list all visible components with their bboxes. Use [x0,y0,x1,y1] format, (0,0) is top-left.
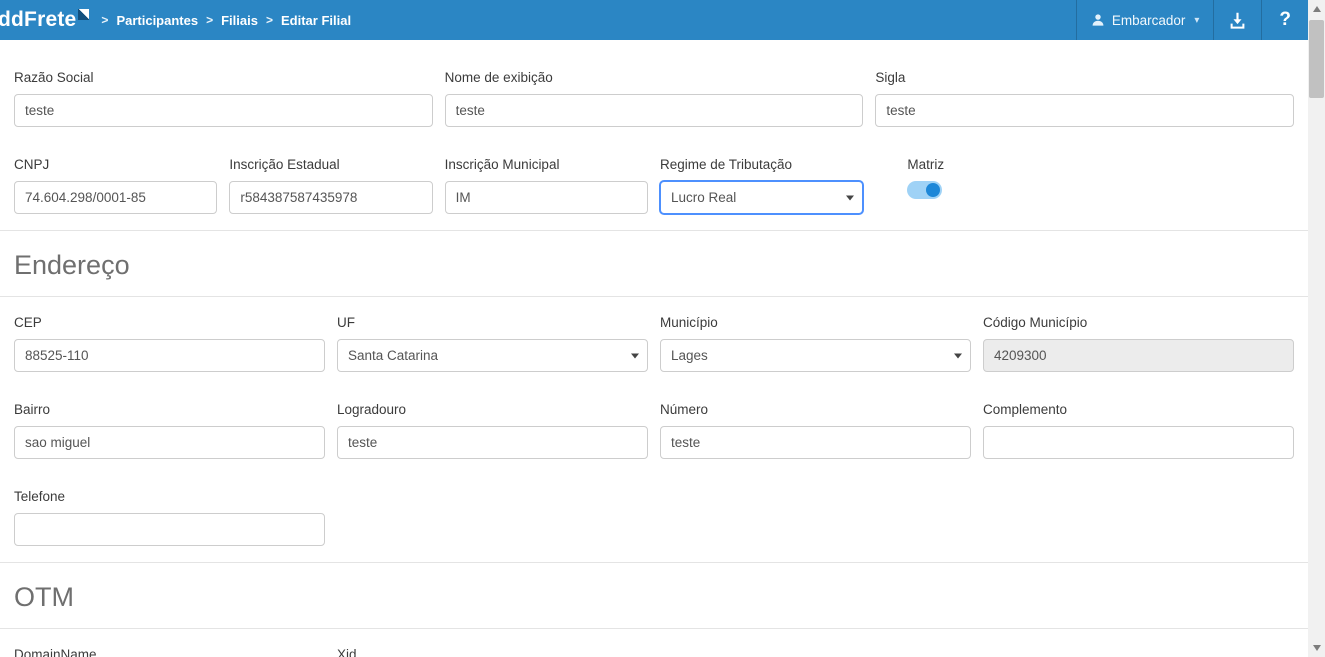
domainname-label: DomainName [14,647,325,657]
breadcrumb: > Participantes > Filiais > Editar Filia… [101,13,351,28]
scroll-down-icon[interactable] [1313,645,1321,651]
inscricao-estadual-field: Inscrição Estadual [229,127,432,214]
regime-tributacao-label: Regime de Tributação [660,157,863,173]
sigla-input[interactable] [875,94,1294,127]
uf-field: UF Santa Catarina [337,297,648,372]
xid-label: Xid [337,647,648,657]
municipio-field: Município Lages [660,297,971,372]
help-question-icon: ? [1279,9,1291,31]
vertical-scrollbar[interactable] [1308,0,1325,657]
otm-section-title: OTM [14,563,1294,628]
breadcrumb-participantes[interactable]: Participantes [116,13,198,28]
logo-flag-icon [78,9,89,20]
nome-exibicao-input[interactable] [445,94,864,127]
app-logo[interactable]: ddFrete [0,8,89,32]
cep-field: CEP [14,297,325,372]
bairro-input[interactable] [14,426,325,459]
cnpj-field: CNPJ [14,127,217,214]
complemento-label: Complemento [983,402,1294,418]
cep-input[interactable] [14,339,325,372]
user-icon [1091,13,1105,27]
toggle-knob [926,183,940,197]
bairro-label: Bairro [14,402,325,418]
regime-tributacao-select[interactable]: Lucro Real [660,181,863,214]
regime-tributacao-field: Regime de Tributação Lucro Real [660,127,863,214]
nome-exibicao-label: Nome de exibição [445,70,864,86]
sigla-label: Sigla [875,70,1294,86]
form-row: DomainName Xid [14,629,1294,657]
xid-field: Xid [337,629,648,657]
razao-social-field: Razão Social [14,40,433,127]
logradouro-label: Logradouro [337,402,648,418]
inscricao-estadual-label: Inscrição Estadual [229,157,432,173]
codigo-municipio-field: Código Município [983,297,1294,372]
inscricao-municipal-label: Inscrição Municipal [445,157,648,173]
cnpj-input[interactable] [14,181,217,214]
download-icon [1228,11,1247,30]
telefone-field: Telefone [14,459,325,546]
matriz-label: Matriz [907,157,1078,173]
complemento-field: Complemento [983,372,1294,459]
inscricao-municipal-field: Inscrição Municipal [445,127,648,214]
form-row: Bairro Logradouro Número Complemento [14,372,1294,459]
numero-label: Número [660,402,971,418]
inscricao-municipal-input[interactable] [445,181,648,214]
topbar: ddFrete > Participantes > Filiais > Edit… [0,0,1308,40]
domainname-field: DomainName [14,629,325,657]
logradouro-field: Logradouro [337,372,648,459]
inscricao-estadual-input[interactable] [229,181,432,214]
form-row: CNPJ Inscrição Estadual Inscrição Munici… [14,127,1294,214]
breadcrumb-editar-filial: Editar Filial [281,13,351,28]
logradouro-input[interactable] [337,426,648,459]
razao-social-input[interactable] [14,94,433,127]
nome-exibicao-field: Nome de exibição [445,40,864,127]
scrollbar-thumb[interactable] [1309,20,1324,98]
numero-input[interactable] [660,426,971,459]
user-menu-label: Embarcador [1112,13,1186,28]
bairro-field: Bairro [14,372,325,459]
form-row: Razão Social Nome de exibição Sigla [14,40,1294,127]
codigo-municipio-input [983,339,1294,372]
download-button[interactable] [1213,0,1261,40]
chevron-right-icon: > [206,13,213,27]
telefone-label: Telefone [14,489,325,505]
help-button[interactable]: ? [1261,0,1308,40]
complemento-input[interactable] [983,426,1294,459]
codigo-municipio-label: Código Município [983,315,1294,331]
numero-field: Número [660,372,971,459]
form-row: Telefone [14,459,1294,546]
matriz-field: Matriz [875,127,1078,214]
telefone-input[interactable] [14,513,325,546]
topbar-right: Embarcador ▾ ? [1076,0,1308,40]
matriz-toggle[interactable] [907,181,942,199]
uf-select[interactable]: Santa Catarina [337,339,648,372]
sigla-field: Sigla [875,40,1294,127]
endereco-section-title: Endereço [14,231,1294,296]
municipio-select[interactable]: Lages [660,339,971,372]
uf-label: UF [337,315,648,331]
municipio-label: Município [660,315,971,331]
breadcrumb-filiais[interactable]: Filiais [221,13,258,28]
caret-down-icon: ▾ [1194,15,1199,26]
chevron-right-icon: > [101,13,108,27]
edit-filial-form: Razão Social Nome de exibição Sigla CNPJ… [0,40,1308,657]
form-row: CEP UF Santa Catarina Município Lages Có… [14,297,1294,372]
razao-social-label: Razão Social [14,70,433,86]
scroll-up-icon[interactable] [1313,6,1321,12]
cnpj-label: CNPJ [14,157,217,173]
chevron-right-icon: > [266,13,273,27]
user-menu[interactable]: Embarcador ▾ [1076,0,1214,40]
cep-label: CEP [14,315,325,331]
app-logo-text: ddFrete [0,8,76,32]
